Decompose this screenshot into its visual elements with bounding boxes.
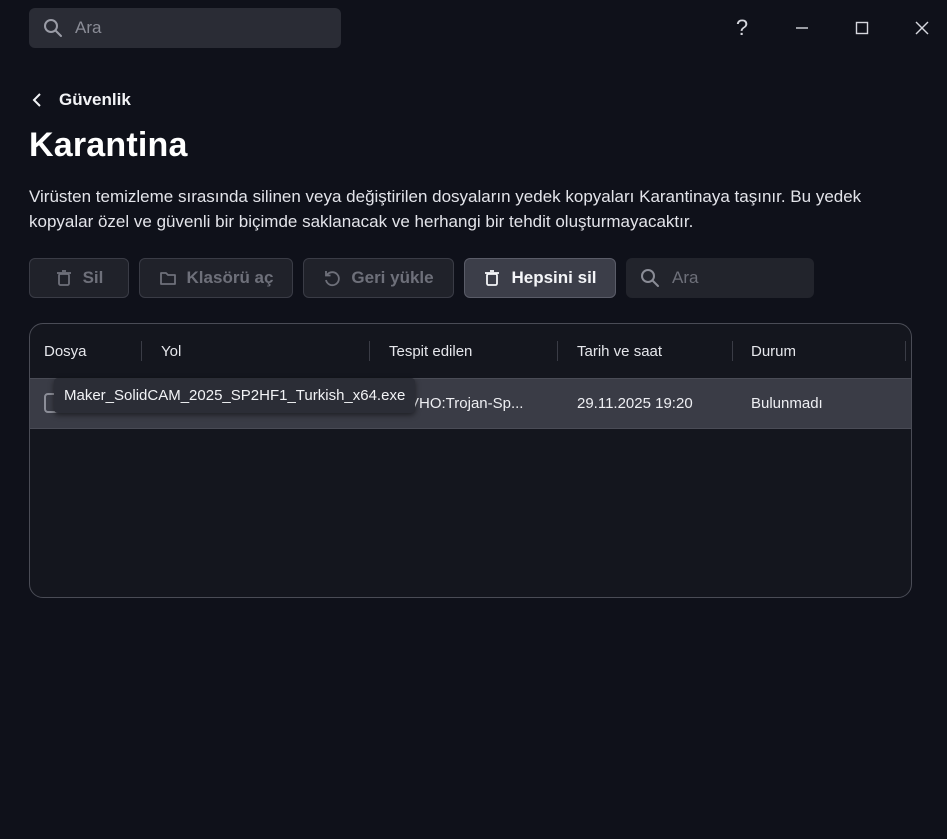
top-search-input[interactable]: Ara (29, 8, 341, 48)
quarantine-table: Dosya Yol Tespit edilen Tarih ve saat Du… (29, 323, 912, 598)
minimize-icon[interactable] (786, 12, 818, 44)
open-folder-button[interactable]: Klasörü aç (139, 258, 293, 298)
toolbar: Sil Klasörü aç Geri yükle Hepsini sil Ar… (29, 258, 819, 298)
column-resize-handle[interactable] (905, 341, 906, 361)
column-resize-handle[interactable] (557, 341, 558, 361)
delete-all-button-label: Hepsini sil (511, 268, 597, 287)
column-resize-handle[interactable] (732, 341, 733, 361)
page-title: Karantina (29, 126, 188, 164)
search-icon (640, 268, 660, 288)
chevron-left-icon (29, 91, 47, 109)
delete-button[interactable]: Sil (29, 258, 129, 298)
row-detected: VHO:Trojan-Sp... (409, 395, 524, 412)
open-folder-button-label: Klasörü aç (186, 268, 274, 287)
column-resize-handle[interactable] (141, 341, 142, 361)
top-search-placeholder: Ara (75, 18, 102, 37)
row-status: Bulunmadı (751, 395, 823, 412)
row-datetime: 29.11.2025 19:20 (577, 395, 693, 412)
search-icon (43, 18, 63, 38)
back-link[interactable]: Güvenlik (29, 88, 131, 112)
column-header-file[interactable]: Dosya (44, 343, 87, 360)
delete-all-button[interactable]: Hepsini sil (464, 258, 616, 298)
file-name-tooltip: Maker_SolidCAM_2025_SP2HF1_Turkish_x64.e… (54, 378, 416, 413)
table-search-input[interactable]: Ara (626, 258, 814, 298)
restore-button-label: Geri yükle (351, 268, 434, 287)
trash-icon (483, 269, 501, 287)
table-header: Dosya Yol Tespit edilen Tarih ve saat Du… (30, 324, 911, 378)
restore-icon (323, 269, 341, 287)
column-resize-handle[interactable] (369, 341, 370, 361)
table-search-placeholder: Ara (672, 268, 699, 287)
column-header-path[interactable]: Yol (161, 343, 181, 360)
restore-button[interactable]: Geri yükle (303, 258, 454, 298)
maximize-icon[interactable] (846, 12, 878, 44)
column-header-detected[interactable]: Tespit edilen (389, 343, 472, 360)
back-link-label: Güvenlik (59, 90, 131, 109)
folder-icon (159, 269, 177, 287)
column-header-datetime[interactable]: Tarih ve saat (577, 343, 662, 360)
close-icon[interactable] (906, 12, 938, 44)
title-bar: Ara ? (0, 0, 947, 56)
page-description: Virüsten temizleme sırasında silinen vey… (29, 187, 862, 231)
trash-icon (55, 269, 73, 287)
delete-button-label: Sil (82, 268, 104, 287)
help-icon[interactable]: ? (726, 12, 758, 44)
column-header-status[interactable]: Durum (751, 343, 796, 360)
